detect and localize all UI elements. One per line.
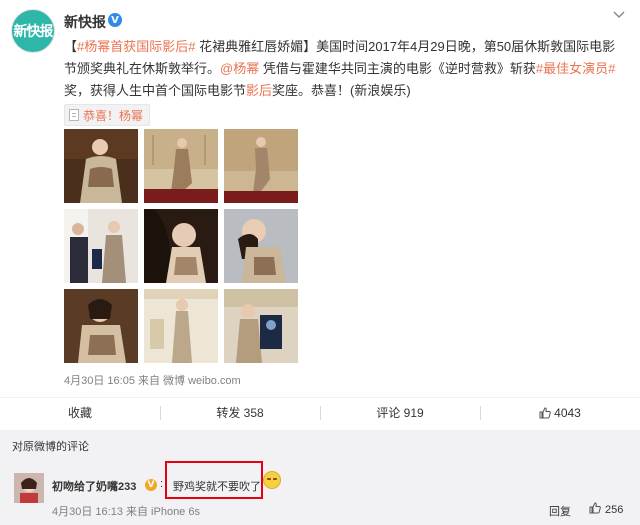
reply-button[interactable]: 回复 — [549, 503, 571, 519]
thumbs-up-icon — [539, 406, 551, 419]
comment-like-count: 256 — [605, 503, 624, 516]
photo-thumbnail[interactable] — [144, 289, 218, 363]
post-text-segment: 凭借与霍建华共同主演的电影《逆时营救》斩获 — [259, 61, 536, 76]
topic-tag-chip[interactable]: 恭喜！杨幂 — [64, 104, 151, 126]
comment-meta: 4月30日 16:13 来自 iPhone 6s — [52, 506, 200, 518]
like-button[interactable]: 4043 — [480, 398, 640, 427]
post-text-segment: 奖，获得人生中首个国际电影节 — [64, 83, 247, 98]
comments-title: 对原微博的评论 — [12, 441, 89, 453]
photo-thumbnail[interactable] — [64, 129, 138, 203]
photo-grid — [64, 129, 298, 365]
repost-label: 转发 358 — [216, 406, 264, 420]
vip-icon: V — [145, 479, 157, 491]
photo-thumbnail[interactable] — [224, 289, 298, 363]
photo-thumbnail[interactable] — [64, 209, 138, 283]
author-avatar[interactable]: 新快报 — [11, 9, 55, 53]
photo-thumbnail[interactable] — [224, 129, 298, 203]
post-text-segment: 奖座。恭喜！(新浪娱乐) — [272, 83, 411, 98]
like-count: 4043 — [554, 405, 581, 420]
photo-thumbnail[interactable] — [144, 209, 218, 283]
action-bar: 收藏 转发 358 评论 919 4043 — [0, 397, 640, 427]
comment-like-button[interactable]: 256 — [589, 502, 623, 517]
commenter-name[interactable]: 初吻给了奶嘴233 — [52, 478, 136, 494]
comments-section: 对原微博的评论 初吻给了奶嘴233 V : 野鸡奖就不要吹了 4月30日 16:… — [0, 430, 640, 525]
highlight-link[interactable]: 影后 — [246, 83, 272, 98]
topic-tag-label: 恭喜！杨幂 — [83, 108, 144, 123]
document-icon — [69, 109, 79, 121]
favorite-label: 收藏 — [67, 406, 92, 420]
comment-colon: : — [160, 478, 164, 490]
photo-thumbnail[interactable] — [224, 209, 298, 283]
menu-chevron-icon[interactable] — [612, 10, 626, 20]
photo-thumbnail[interactable] — [144, 129, 218, 203]
post-meta: 4月30日 16:05 来自 微博 weibo.com — [64, 375, 241, 387]
favorite-button[interactable]: 收藏 — [0, 398, 160, 427]
author-name[interactable]: 新快报 — [64, 12, 106, 32]
commenter-avatar[interactable] — [14, 473, 44, 503]
comment-label: 评论 919 — [376, 406, 424, 420]
highlight-link[interactable]: @杨幂 — [220, 61, 259, 76]
weibo-post-card: 新快报 新快报 V 【#杨幂首获国际影后# 花裙典雅红唇娇媚】美国时间2017年… — [0, 0, 640, 525]
post-text-segment: 【 — [64, 39, 78, 54]
comment-button[interactable]: 评论 919 — [320, 398, 480, 427]
thumbs-up-icon — [589, 502, 601, 517]
repost-button[interactable]: 转发 358 — [160, 398, 320, 427]
avatar-logo-text: 新快报 — [13, 24, 54, 40]
highlight-box — [165, 461, 263, 499]
verified-icon: V — [108, 13, 122, 27]
photo-thumbnail[interactable] — [64, 289, 138, 363]
hashtag-link[interactable]: #杨幂首获国际影后# — [77, 39, 195, 54]
hashtag-link[interactable]: #最佳女演员# — [536, 61, 615, 76]
smiley-emoji-icon — [263, 471, 281, 489]
post-text: 【#杨幂首获国际影后# 花裙典雅红唇娇媚】美国时间2017年4月29日晚，第50… — [64, 36, 624, 102]
